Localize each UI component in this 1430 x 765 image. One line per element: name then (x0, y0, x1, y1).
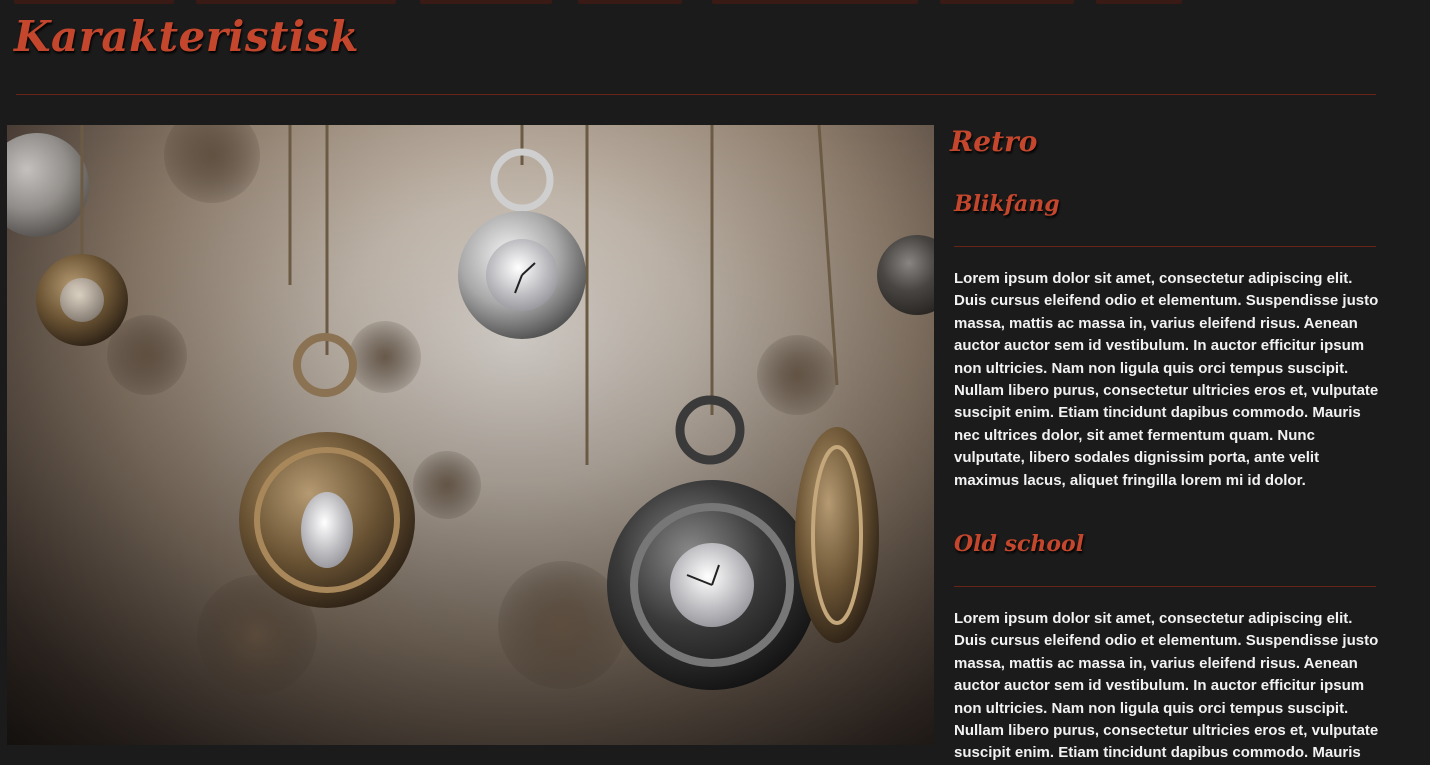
nav-item[interactable] (712, 0, 918, 4)
nav-item[interactable] (578, 0, 682, 4)
nav-item[interactable] (1096, 0, 1182, 4)
nav-item[interactable] (196, 0, 396, 4)
site-title[interactable]: Karakteristisk (14, 12, 359, 61)
section-heading-old-school: Old school (954, 531, 1085, 557)
sidebar-title: Retro (950, 125, 1038, 158)
top-navigation (0, 0, 1430, 4)
section-divider (954, 246, 1376, 247)
hero-image (7, 125, 934, 745)
section-text: Lorem ipsum dolor sit amet, consectetur … (954, 610, 1379, 762)
nav-item[interactable] (14, 0, 174, 4)
section-heading-blikfang: Blikfang (954, 191, 1060, 217)
pocket-watches-illustration (7, 125, 934, 745)
nav-item[interactable] (420, 0, 552, 4)
header-divider (16, 94, 1376, 95)
nav-item[interactable] (940, 0, 1074, 4)
section-text: Lorem ipsum dolor sit amet, consectetur … (954, 270, 1379, 489)
section-divider (954, 586, 1376, 587)
